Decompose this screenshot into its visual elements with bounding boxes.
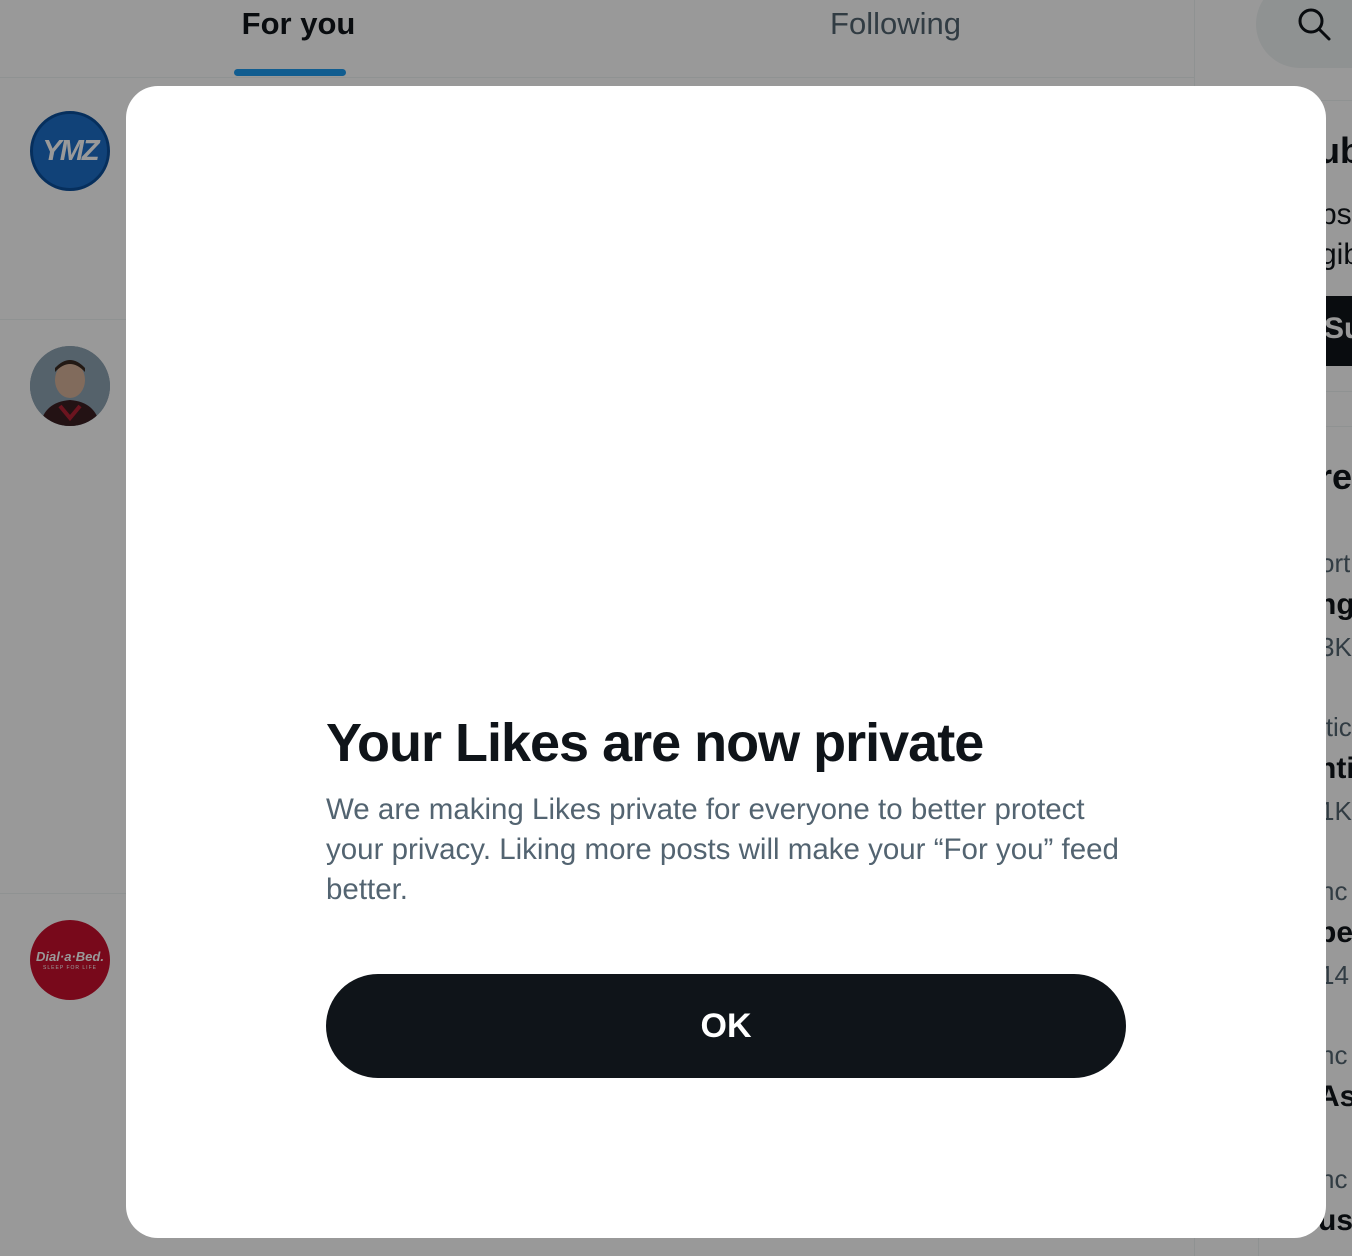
ok-button-label: OK [700,1006,752,1045]
dialog-body-text: We are making Likes private for everyone… [326,793,1119,906]
ok-button[interactable]: OK [326,974,1126,1078]
dialog-title: Your Likes are now private [326,713,984,773]
likes-private-dialog: Your Likes are now private We are making… [126,86,1326,1238]
